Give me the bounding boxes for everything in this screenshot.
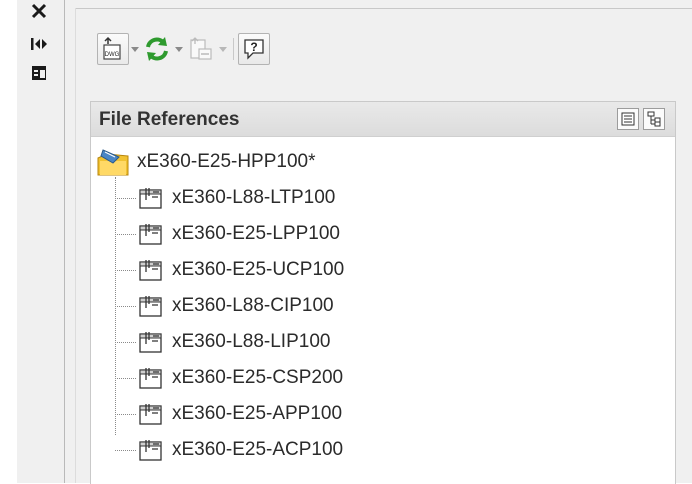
attach-dwg-button[interactable]: DWG — [97, 33, 129, 65]
xref-icon — [139, 440, 162, 461]
tree-child-label: xE360-L88-LTP100 — [172, 187, 336, 208]
file-references-header: File References — [91, 102, 675, 137]
list-view-button[interactable] — [617, 108, 639, 130]
refresh-icon — [146, 37, 168, 61]
properties-icon — [32, 66, 46, 80]
tree-branch — [115, 197, 136, 199]
tree-view-button[interactable] — [643, 108, 665, 130]
tree-root-item[interactable]: xE360-E25-HPP100* — [97, 147, 316, 177]
tree-child-label: xE360-E25-LPP100 — [172, 223, 340, 244]
palette-border-left — [75, 8, 76, 483]
drawing-icon — [97, 149, 129, 176]
tree-view-icon — [647, 111, 661, 127]
close-palette-button[interactable] — [27, 0, 51, 22]
tree-child-item[interactable]: xE360-L88-LTP100 — [115, 183, 335, 213]
tree-root-label: xE360-E25-HPP100* — [137, 151, 316, 172]
tree-child-label: xE360-E25-UCP100 — [172, 259, 345, 280]
tree-child-item[interactable]: xE360-E25-LPP100 — [115, 219, 340, 249]
xref-icon — [139, 188, 162, 209]
refresh-dropdown-arrow[interactable] — [173, 33, 185, 65]
change-path-icon — [190, 37, 212, 60]
change-path-button[interactable] — [185, 33, 217, 65]
tree-branch — [115, 341, 136, 343]
help-icon: ? — [244, 39, 264, 60]
toolbar-separator — [233, 38, 234, 60]
panel-title: File References — [99, 109, 240, 130]
xref-icon — [139, 368, 162, 389]
xref-icon — [139, 404, 162, 425]
refresh-button[interactable] — [141, 33, 173, 65]
auto-hide-button[interactable] — [27, 33, 51, 55]
list-view-icon — [621, 112, 635, 126]
xref-icon — [139, 260, 162, 281]
tree-child-label: xE360-E25-ACP100 — [172, 439, 344, 460]
help-button[interactable]: ? — [238, 33, 270, 65]
tree-branch — [115, 305, 136, 307]
palette-title-strip — [17, 0, 65, 483]
change-path-dropdown-arrow[interactable] — [217, 33, 229, 65]
tree-branch — [115, 269, 136, 271]
svg-text:?: ? — [250, 40, 257, 54]
file-references-panel: File References xE360-E25-HPP100* xE360-… — [90, 101, 676, 484]
xref-icon — [139, 296, 162, 317]
tree-child-item[interactable]: xE360-E25-UCP100 — [115, 255, 344, 285]
attach-dropdown-arrow[interactable] — [129, 33, 141, 65]
tree-child-label: xE360-L88-LIP100 — [172, 331, 331, 352]
tree-child-item[interactable]: xE360-L88-LIP100 — [115, 327, 330, 357]
xref-icon — [139, 224, 162, 245]
tree-child-label: xE360-E25-APP100 — [172, 403, 343, 424]
close-icon — [31, 3, 47, 19]
tree-branch — [115, 449, 136, 451]
tree-branch — [115, 233, 136, 235]
tree-branch — [115, 413, 136, 415]
tree-child-label: xE360-L88-CIP100 — [172, 295, 334, 316]
attach-dwg-icon: DWG — [103, 36, 121, 60]
tree-child-item[interactable]: xE360-E25-CSP200 — [115, 363, 343, 393]
tree-child-item[interactable]: xE360-L88-CIP100 — [115, 291, 334, 321]
xref-icon — [139, 332, 162, 353]
toolbar: DWG ? — [97, 32, 270, 66]
palette-border-top — [75, 8, 692, 9]
tree-branch — [115, 377, 136, 379]
auto-hide-icon — [31, 38, 47, 50]
properties-button[interactable] — [27, 62, 51, 84]
tree-child-label: xE360-E25-CSP200 — [172, 367, 344, 388]
tree-child-item[interactable]: xE360-E25-APP100 — [115, 399, 342, 429]
svg-text:DWG: DWG — [105, 52, 120, 58]
tree-child-item[interactable]: xE360-E25-ACP100 — [115, 435, 343, 465]
